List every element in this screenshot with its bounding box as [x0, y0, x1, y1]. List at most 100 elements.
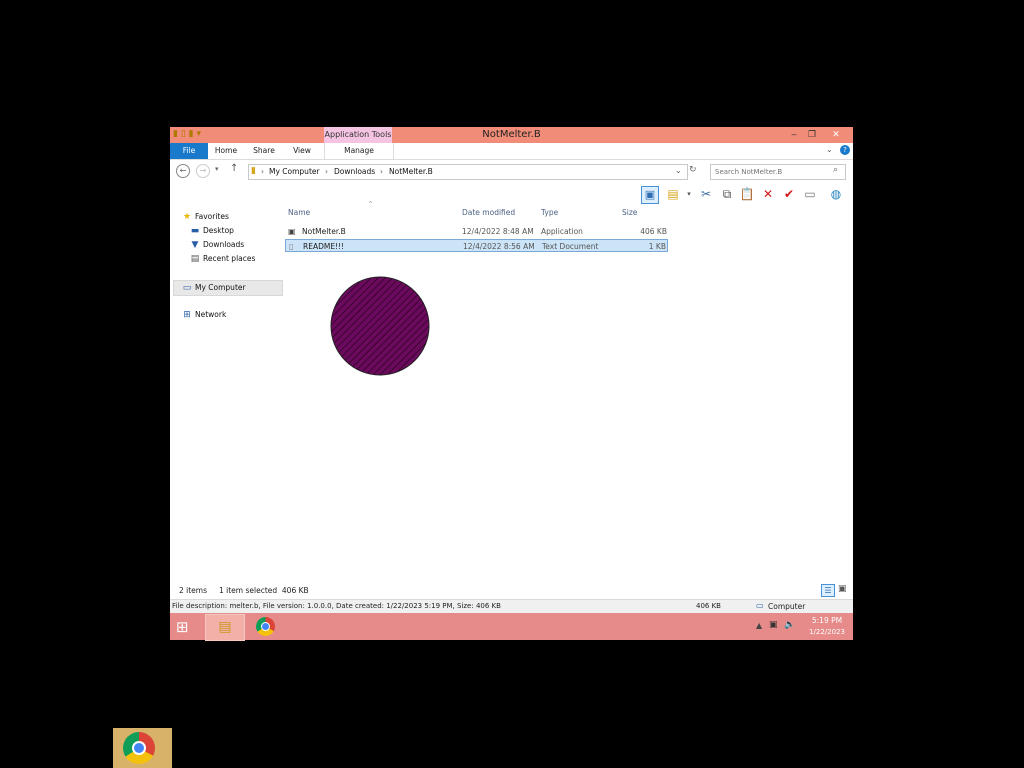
network-tray-icon[interactable]: ▣ [769, 620, 778, 630]
nav-label: Desktop [203, 226, 234, 235]
minimize-button[interactable]: ‒ [785, 128, 803, 142]
file-size: 1 KB [648, 242, 666, 251]
nav-item-network[interactable]: ⊞ Network [182, 308, 226, 322]
refresh-icon[interactable]: ↻ [689, 165, 697, 175]
column-header-type[interactable]: Type [541, 207, 558, 219]
paste-icon[interactable]: 📋 [739, 186, 755, 202]
file-row[interactable]: ▣ NotMelter.B 12/4/2022 8:48 AM Applicat… [285, 225, 668, 238]
address-bar[interactable]: ▮ › My Computer › Downloads › NotMelter.… [248, 164, 688, 180]
column-header-name[interactable]: Name [288, 207, 310, 219]
copy-icon[interactable]: ⧉ [719, 186, 735, 202]
downloads-icon: ▼ [191, 240, 199, 250]
details-bar: File description: melter.b, File version… [170, 599, 853, 614]
nav-label: Recent places [203, 254, 256, 263]
breadcrumb-downloads[interactable]: Downloads [334, 166, 375, 178]
start-windows-icon[interactable]: ⊞ [176, 618, 189, 636]
address-row: ← → ▾ ↑ ▮ › My Computer › Downloads › No… [170, 160, 853, 182]
star-icon: ★ [182, 212, 192, 222]
file-type: Application [541, 227, 583, 236]
file-name: README!!! [303, 242, 345, 251]
folder-options-icon[interactable]: ▤ [665, 186, 681, 202]
forward-icon[interactable]: → [196, 164, 210, 178]
nav-item-my-computer[interactable]: ▭ My Computer [173, 280, 283, 296]
help-icon[interactable]: ? [840, 145, 850, 155]
column-header-size[interactable]: Size [622, 207, 637, 219]
globe-icon[interactable]: ◍ [828, 186, 844, 202]
file-row-selected[interactable]: ▯ README!!! 12/4/2022 8:56 AM Text Docum… [285, 239, 668, 252]
computer-icon: ▭ [756, 601, 764, 610]
nav-item-downloads[interactable]: ▼ Downloads [190, 238, 245, 252]
file-date: 12/4/2022 8:48 AM [462, 227, 534, 236]
tab-home[interactable]: Home [210, 143, 242, 159]
maximize-button[interactable]: ❐ [803, 128, 821, 142]
details-view-icon[interactable]: ☰ [821, 584, 835, 597]
breadcrumb-my-computer[interactable]: My Computer [269, 166, 320, 178]
recent-places-icon: ▤ [190, 254, 200, 264]
tab-view[interactable]: View [287, 143, 317, 159]
address-dropdown-icon[interactable]: ⌄ [675, 166, 682, 175]
nav-item-desktop[interactable]: ▬ Desktop [190, 224, 234, 238]
nav-label: Downloads [203, 240, 245, 249]
chrome-taskbar-icon[interactable] [256, 617, 275, 636]
large-icons-view-icon[interactable]: ▣ [838, 584, 847, 594]
show-hidden-icons[interactable]: ▲ [756, 621, 762, 630]
nav-item-recent[interactable]: ▤ Recent places [190, 252, 256, 266]
clock-time[interactable]: 5:19 PM [807, 616, 847, 625]
details-size: 406 KB [696, 602, 721, 610]
toolbar: ▣ ▤ ▾ ✂ ⧉ 📋 ✕ ✔ ▭ ◍ [638, 184, 853, 204]
search-icon[interactable]: ⌕ [833, 165, 838, 175]
nav-label: My Computer [195, 283, 246, 292]
column-header-date[interactable]: Date modified [462, 207, 515, 219]
status-bar: 2 items 1 item selected 406 KB ☰ ▣ [170, 583, 853, 599]
sort-indicator-icon: ^ [368, 201, 374, 208]
desktop-icon: ▬ [190, 226, 200, 236]
file-name: NotMelter.B [302, 227, 346, 236]
ribbon: File Home Share View Manage ⌄ ? [170, 143, 853, 160]
file-explorer-taskbar-icon[interactable]: ▤ [205, 614, 245, 641]
file-date: 12/4/2022 8:56 AM [463, 242, 535, 251]
file-description: File description: melter.b, File version… [172, 602, 501, 610]
cut-icon[interactable]: ✂ [698, 186, 714, 202]
tab-file[interactable]: File [170, 143, 208, 159]
breadcrumb-separator[interactable]: › [380, 166, 383, 178]
hatched-circle-artifact [330, 276, 430, 376]
network-icon: ⊞ [183, 310, 191, 320]
chrome-desktop-shortcut[interactable] [113, 728, 172, 768]
tab-manage[interactable]: Manage [324, 143, 394, 159]
chrome-icon [123, 732, 155, 764]
explorer-window: ▮ ▯ ▮ ▾ Application Tools NotMelter.B ‒ … [170, 127, 853, 614]
details-location: Computer [768, 602, 806, 611]
volume-icon[interactable]: 🔈 [784, 620, 795, 630]
breadcrumb-notmelter[interactable]: NotMelter.B [389, 166, 433, 178]
up-icon[interactable]: ↑ [230, 163, 238, 174]
properties-icon[interactable]: ▭ [802, 186, 818, 202]
file-list: ^ Name Date modified Type Size ▣ NotMelt… [285, 201, 670, 265]
clock-date[interactable]: 1/22/2023 [807, 628, 847, 636]
text-document-icon: ▯ [289, 242, 294, 251]
breadcrumb-separator[interactable]: › [261, 166, 264, 178]
toolbar-dropdown-icon[interactable]: ▾ [681, 186, 697, 202]
nav-item-favorites[interactable]: ★ Favorites [182, 210, 229, 224]
nav-label: Network [195, 310, 227, 319]
recent-locations-icon[interactable]: ▾ [215, 165, 219, 173]
navigation-pane: ★ Favorites ▬ Desktop ▼ Downloads ▤ Recent p… [170, 205, 283, 585]
file-type: Text Document [542, 242, 599, 251]
delete-icon[interactable]: ✕ [760, 186, 776, 202]
selection-info: 1 item selected 406 KB [219, 586, 309, 595]
back-icon[interactable]: ← [176, 164, 190, 178]
checkmark-icon[interactable]: ✔ [781, 186, 797, 202]
search-input[interactable] [715, 166, 825, 178]
window-title: NotMelter.B [482, 129, 541, 140]
taskbar: ⊞ ▤ ▲ ▣ 🔈 5:19 PM 1/22/2023 [170, 613, 853, 641]
close-button[interactable]: ✕ [827, 128, 845, 142]
nav-label: Favorites [195, 212, 229, 221]
breadcrumb-separator[interactable]: › [325, 166, 328, 178]
expand-ribbon-icon[interactable]: ⌄ [826, 145, 833, 154]
search-box[interactable]: ⌕ [710, 164, 846, 180]
folder-icon: ▮ [251, 166, 256, 176]
computer-icon: ▭ [182, 283, 192, 293]
preview-pane-icon[interactable]: ▣ [641, 186, 659, 204]
file-size: 406 KB [640, 227, 667, 236]
tab-share[interactable]: Share [248, 143, 280, 159]
application-icon: ▣ [288, 227, 296, 236]
